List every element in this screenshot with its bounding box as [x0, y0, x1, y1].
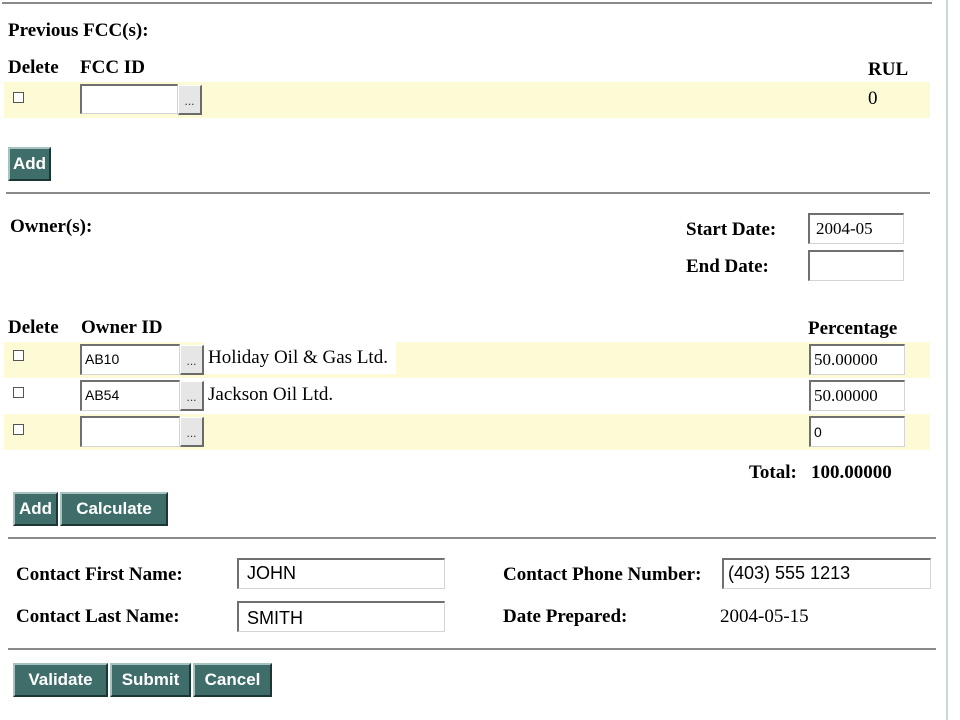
fcc-row: ... 0	[4, 82, 930, 118]
previous-fcc-heading: Previous FCC(s):	[8, 20, 149, 41]
start-date-input[interactable]: 2004-05	[808, 213, 904, 244]
owner-id-lookup-button[interactable]: ...	[180, 381, 204, 411]
owner-percentage-input[interactable]: 0	[809, 416, 905, 447]
fcc-add-button[interactable]: Add	[8, 147, 51, 181]
fcc-id-input[interactable]	[80, 84, 178, 114]
rul-column-header: RUL	[868, 59, 909, 80]
date-prepared-value: 2004-05-15	[720, 606, 809, 627]
owners-heading: Owner(s):	[10, 216, 93, 237]
date-prepared-label: Date Prepared:	[503, 606, 628, 627]
section-divider-3	[8, 648, 936, 650]
contact-first-name-input[interactable]: JOHN	[237, 558, 445, 589]
owner-id-lookup-button[interactable]: ...	[180, 417, 204, 447]
owner-id-input[interactable]: AB10	[80, 344, 180, 375]
end-date-input[interactable]	[808, 250, 904, 281]
end-date-label: End Date:	[686, 256, 769, 277]
top-divider	[2, 2, 932, 4]
total-label: Total:	[749, 462, 797, 483]
owner-row-delete-checkbox[interactable]	[13, 350, 24, 361]
contact-last-name-label: Contact Last Name:	[16, 606, 180, 627]
contact-phone-input[interactable]: (403) 555 1213	[722, 558, 931, 589]
start-date-label: Start Date:	[686, 219, 777, 240]
owner-name: Jackson Oil Ltd.	[208, 384, 334, 405]
contact-last-name-input[interactable]: SMITH	[237, 601, 445, 632]
cancel-button[interactable]: Cancel	[193, 663, 272, 697]
fcc-row-delete-checkbox[interactable]	[13, 92, 24, 103]
validate-button[interactable]: Validate	[13, 663, 108, 697]
contact-first-name-label: Contact First Name:	[16, 564, 183, 585]
owner-id-column-header: Owner ID	[81, 317, 163, 338]
owner-add-button[interactable]: Add	[13, 492, 58, 526]
window-right-edge	[946, 0, 948, 720]
owner-id-lookup-button[interactable]: ...	[180, 345, 204, 375]
submit-button[interactable]: Submit	[110, 663, 191, 697]
total-value: 100.00000	[811, 462, 892, 483]
section-divider-2	[8, 537, 936, 539]
owner-name: Holiday Oil & Gas Ltd.	[204, 342, 396, 374]
owner-row-delete-checkbox[interactable]	[13, 424, 24, 435]
owner-percentage-input[interactable]: 50.00000	[809, 380, 905, 411]
fcc-delete-column-header: Delete	[8, 57, 59, 78]
fcc-id-lookup-button[interactable]: ...	[178, 85, 202, 115]
owner-percentage-input[interactable]: 50.00000	[809, 344, 905, 375]
fcc-id-column-header: FCC ID	[80, 57, 145, 78]
owner-row: AB54 ... Jackson Oil Ltd. 50.00000	[4, 378, 930, 414]
owner-row: ... 0	[4, 414, 930, 450]
owner-delete-column-header: Delete	[8, 317, 59, 338]
calculate-button[interactable]: Calculate	[60, 492, 168, 526]
owner-id-input[interactable]: AB54	[80, 380, 180, 411]
owner-row: AB10 ... Holiday Oil & Gas Ltd. 50.00000	[4, 342, 930, 378]
fcc-rul-value: 0	[868, 88, 878, 109]
contact-phone-label: Contact Phone Number:	[503, 564, 702, 585]
section-divider-1	[6, 192, 930, 194]
percentage-column-header: Percentage	[808, 318, 898, 339]
owner-id-input[interactable]	[80, 416, 180, 447]
owner-row-delete-checkbox[interactable]	[13, 387, 24, 398]
